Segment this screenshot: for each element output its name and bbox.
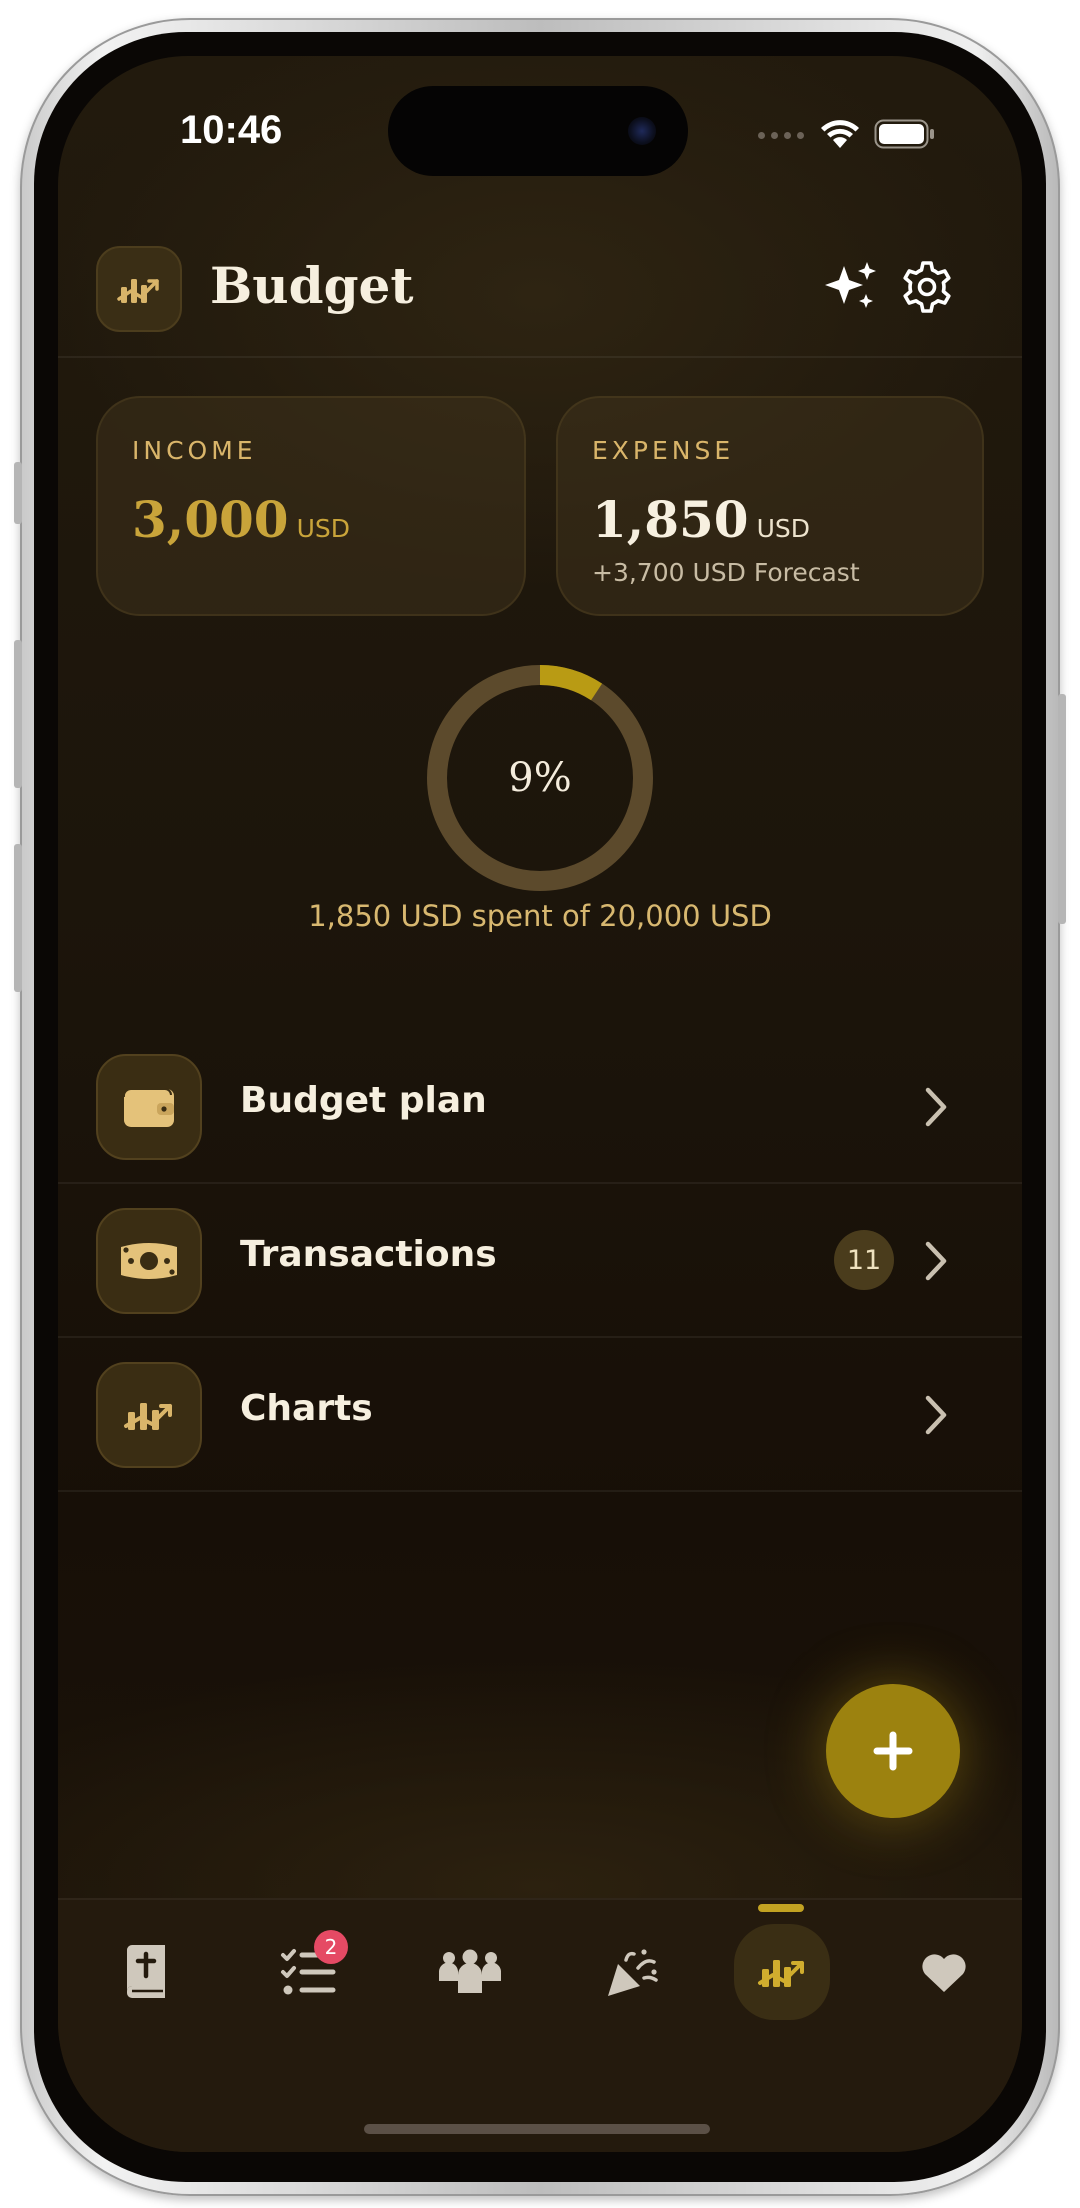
tab-bible[interactable] (98, 1924, 194, 2020)
income-value: 3,000 (132, 490, 289, 549)
chart-icon (758, 1960, 804, 1987)
wifi-icon (821, 120, 859, 148)
volume-down-button (14, 844, 22, 992)
menu-label-charts: Charts (240, 1388, 373, 1429)
dynamic-island (388, 86, 688, 176)
budget-progress-ring: 9% (424, 662, 656, 894)
status-time: 10:46 (180, 108, 283, 152)
banknote-icon (96, 1208, 202, 1314)
menu-label-transactions: Transactions (240, 1234, 497, 1275)
status-bar: 10:46 (58, 56, 1022, 206)
status-icons (758, 114, 936, 154)
tab-budget[interactable] (734, 1924, 830, 2020)
menu-row-budget-plan[interactable]: Budget plan (58, 1030, 1022, 1184)
income-value-line: 3,000 USD (132, 490, 350, 549)
screen: 10:46 Budget INCOME 3,000 USD EXPENSE 1,… (58, 56, 1022, 2152)
sparkles-icon (825, 262, 876, 308)
income-unit: USD (296, 514, 350, 543)
active-tab-indicator (758, 1904, 804, 1912)
settings-button[interactable] (894, 254, 960, 320)
people-icon (438, 1949, 502, 1993)
heart-icon (922, 1954, 966, 1992)
expense-unit: USD (756, 514, 810, 543)
transactions-count-badge: 11 (834, 1230, 894, 1290)
tab-celebrate[interactable] (584, 1924, 680, 2020)
tab-favorites[interactable] (896, 1924, 992, 2020)
expense-label: EXPENSE (592, 436, 735, 465)
wallet-icon (96, 1054, 202, 1160)
menu-row-charts[interactable]: Charts (58, 1338, 1022, 1492)
chevron-right-icon (925, 1087, 947, 1127)
tab-tasks[interactable]: 2 (260, 1924, 356, 2020)
chevron-right-icon (925, 1395, 947, 1435)
action-button (14, 462, 22, 524)
ai-sparkle-button[interactable] (818, 254, 884, 320)
book-cross-icon (127, 1945, 165, 1998)
camera-icon (628, 117, 656, 145)
page-title: Budget (210, 256, 414, 315)
chevron-right-icon (925, 1241, 947, 1281)
expense-value-line: 1,850 USD (592, 490, 810, 549)
tab-people[interactable] (422, 1924, 518, 2020)
power-button (1058, 694, 1066, 924)
cellular-signal-icon (758, 129, 806, 139)
battery-icon (874, 119, 934, 149)
tab-bar: 2 (58, 1898, 1022, 2152)
party-popper-icon (608, 1949, 658, 1996)
home-indicator (364, 2124, 710, 2134)
menu-row-transactions[interactable]: Transactions 11 (58, 1184, 1022, 1338)
add-button[interactable] (826, 1684, 960, 1818)
app-chart-icon (96, 246, 182, 332)
income-label: INCOME (132, 436, 257, 465)
gear-icon (903, 261, 951, 313)
header: Budget (58, 236, 1022, 336)
progress-percent: 9% (508, 755, 572, 801)
expense-value: 1,850 (592, 490, 749, 549)
expense-forecast: +3,700 USD Forecast (592, 558, 860, 587)
volume-up-button (14, 640, 22, 788)
menu-label-budget-plan: Budget plan (240, 1080, 487, 1121)
row-divider (58, 1490, 1022, 1492)
income-card[interactable]: INCOME 3,000 USD (96, 396, 526, 616)
progress-caption: 1,850 USD spent of 20,000 USD (308, 899, 772, 933)
tasks-count-badge: 2 (314, 1930, 348, 1964)
plus-icon (873, 1731, 913, 1771)
chart-icon (96, 1362, 202, 1468)
expense-card[interactable]: EXPENSE 1,850 USD +3,700 USD Forecast (556, 396, 984, 616)
header-divider (58, 356, 1022, 358)
